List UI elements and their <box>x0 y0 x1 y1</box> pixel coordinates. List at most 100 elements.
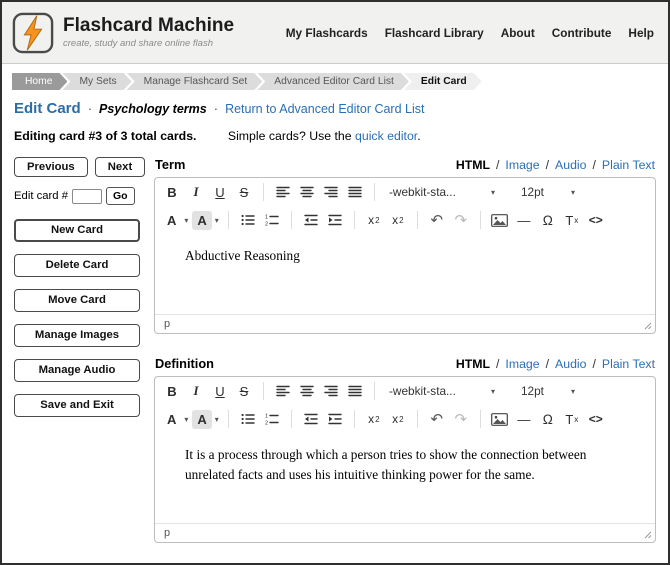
breadcrumb-home[interactable]: Home <box>12 73 67 90</box>
insert-image-button[interactable] <box>488 209 512 232</box>
manage-audio-button[interactable]: Manage Audio <box>14 359 140 382</box>
italic-button[interactable]: I <box>184 380 208 403</box>
superscript-button[interactable]: x2 <box>386 408 410 431</box>
bold-button[interactable]: B <box>160 380 184 403</box>
redo-button[interactable]: ↷ <box>449 209 473 232</box>
background-color-button[interactable]: A ▾ <box>190 210 220 230</box>
font-family-select[interactable]: -webkit-sta... ▾ <box>382 380 500 403</box>
flashcard-machine-logo-icon[interactable] <box>12 12 54 54</box>
outdent-button[interactable] <box>299 408 323 431</box>
edit-card-number-input[interactable] <box>72 188 103 204</box>
superscript-mark: 2 <box>399 414 404 424</box>
source-code-button[interactable]: <> <box>584 408 608 431</box>
align-left-button[interactable] <box>271 181 295 204</box>
sentence-period: . <box>417 129 421 143</box>
italic-button[interactable]: I <box>184 181 208 204</box>
nav-my-flashcards[interactable]: My Flashcards <box>286 26 368 40</box>
nav-contribute[interactable]: Contribute <box>552 26 612 40</box>
new-card-button[interactable]: New Card <box>14 219 140 242</box>
align-center-button[interactable] <box>295 380 319 403</box>
next-button[interactable]: Next <box>94 157 146 177</box>
quick-editor-link[interactable]: quick editor <box>355 129 417 143</box>
align-right-button[interactable] <box>319 181 343 204</box>
save-and-exit-button[interactable]: Save and Exit <box>14 394 140 417</box>
mode-separator: / <box>592 357 596 371</box>
nav-help[interactable]: Help <box>628 26 654 40</box>
undo-button[interactable]: ↶ <box>425 209 449 232</box>
text-color-button[interactable]: A ▾ <box>160 211 190 230</box>
horizontal-rule-button[interactable]: — <box>512 408 536 431</box>
nav-flashcard-library[interactable]: Flashcard Library <box>385 26 484 40</box>
resize-handle[interactable] <box>643 530 652 539</box>
align-left-button[interactable] <box>271 380 295 403</box>
return-to-advanced-editor-link[interactable]: Return to Advanced Editor Card List <box>225 102 424 116</box>
term-content-area[interactable]: Abductive Reasoning <box>155 234 655 314</box>
mode-separator: / <box>545 357 550 371</box>
font-size-select[interactable]: 12pt ▾ <box>514 380 580 403</box>
move-card-button[interactable]: Move Card <box>14 289 140 312</box>
bullet-list-button[interactable] <box>236 408 260 431</box>
source-code-button[interactable]: <> <box>584 209 608 232</box>
align-right-button[interactable] <box>319 380 343 403</box>
underline-button[interactable]: U <box>208 181 232 204</box>
mode-image-link[interactable]: Image <box>505 158 539 172</box>
definition-content-area[interactable]: It is a process through which a person t… <box>155 433 655 523</box>
chevron-down-icon: ▾ <box>570 187 575 197</box>
strikethrough-button[interactable]: S <box>232 380 256 403</box>
definition-section: Definition HTML / Image / Audio / Plain … <box>154 356 656 543</box>
text-color-button[interactable]: A ▾ <box>160 410 190 429</box>
breadcrumb-my-sets[interactable]: My Sets <box>62 73 131 90</box>
chevron-down-icon: ▾ <box>570 386 575 396</box>
main-content: Previous Next Edit card # Go New Card De… <box>2 157 668 543</box>
mode-audio-link[interactable]: Audio <box>555 158 586 172</box>
resize-handle[interactable] <box>643 321 652 330</box>
align-justify-button[interactable] <box>343 181 367 204</box>
clear-formatting-button[interactable]: Tx <box>560 408 584 431</box>
mode-plain-text-link[interactable]: Plain Text <box>602 357 655 371</box>
undo-button[interactable]: ↶ <box>425 408 449 431</box>
superscript-base: x <box>392 213 399 227</box>
background-color-button[interactable]: A ▾ <box>190 409 220 429</box>
font-size-select[interactable]: 12pt ▾ <box>514 181 580 204</box>
subscript-button[interactable]: x2 <box>362 209 386 232</box>
subscript-button[interactable]: x2 <box>362 408 386 431</box>
font-size-value: 12pt <box>521 384 544 398</box>
font-family-select[interactable]: -webkit-sta... ▾ <box>382 181 500 204</box>
outdent-button[interactable] <box>299 209 323 232</box>
go-button[interactable]: Go <box>106 187 135 205</box>
indent-button[interactable] <box>323 408 347 431</box>
prev-next-row: Previous Next <box>14 157 154 177</box>
insert-image-button[interactable] <box>488 408 512 431</box>
special-character-button[interactable]: Ω <box>536 408 560 431</box>
align-center-button[interactable] <box>295 181 319 204</box>
numbered-list-button[interactable]: 12 <box>260 209 284 232</box>
definition-editor: B I U S -webkit-sta... ▾ 12pt ▾ A ▾ A ▾ … <box>154 376 656 543</box>
separator-dot: · <box>87 101 93 116</box>
breadcrumb-manage-flashcard-set[interactable]: Manage Flashcard Set <box>127 73 263 90</box>
page-title: Edit Card <box>14 100 81 117</box>
previous-button[interactable]: Previous <box>14 157 88 177</box>
mode-image-link[interactable]: Image <box>505 357 539 371</box>
separator-dot: · <box>213 101 219 116</box>
indent-button[interactable] <box>323 209 347 232</box>
breadcrumb-edit-card[interactable]: Edit Card <box>404 73 482 90</box>
underline-button[interactable]: U <box>208 380 232 403</box>
delete-card-button[interactable]: Delete Card <box>14 254 140 277</box>
strikethrough-button[interactable]: S <box>232 181 256 204</box>
clear-formatting-button[interactable]: Tx <box>560 209 584 232</box>
numbered-list-button[interactable]: 12 <box>260 408 284 431</box>
brand-block[interactable]: Flashcard Machine create, study and shar… <box>63 16 234 49</box>
term-toolbar-row-1: B I U S -webkit-sta... ▾ 12pt ▾ <box>155 178 655 206</box>
manage-images-button[interactable]: Manage Images <box>14 324 140 347</box>
special-character-button[interactable]: Ω <box>536 209 560 232</box>
bold-button[interactable]: B <box>160 181 184 204</box>
bullet-list-button[interactable] <box>236 209 260 232</box>
mode-audio-link[interactable]: Audio <box>555 357 586 371</box>
align-justify-button[interactable] <box>343 380 367 403</box>
mode-plain-text-link[interactable]: Plain Text <box>602 158 655 172</box>
nav-about[interactable]: About <box>501 26 535 40</box>
breadcrumb-advanced-editor-card-list[interactable]: Advanced Editor Card List <box>257 73 409 90</box>
horizontal-rule-button[interactable]: — <box>512 209 536 232</box>
superscript-button[interactable]: x2 <box>386 209 410 232</box>
redo-button[interactable]: ↷ <box>449 408 473 431</box>
